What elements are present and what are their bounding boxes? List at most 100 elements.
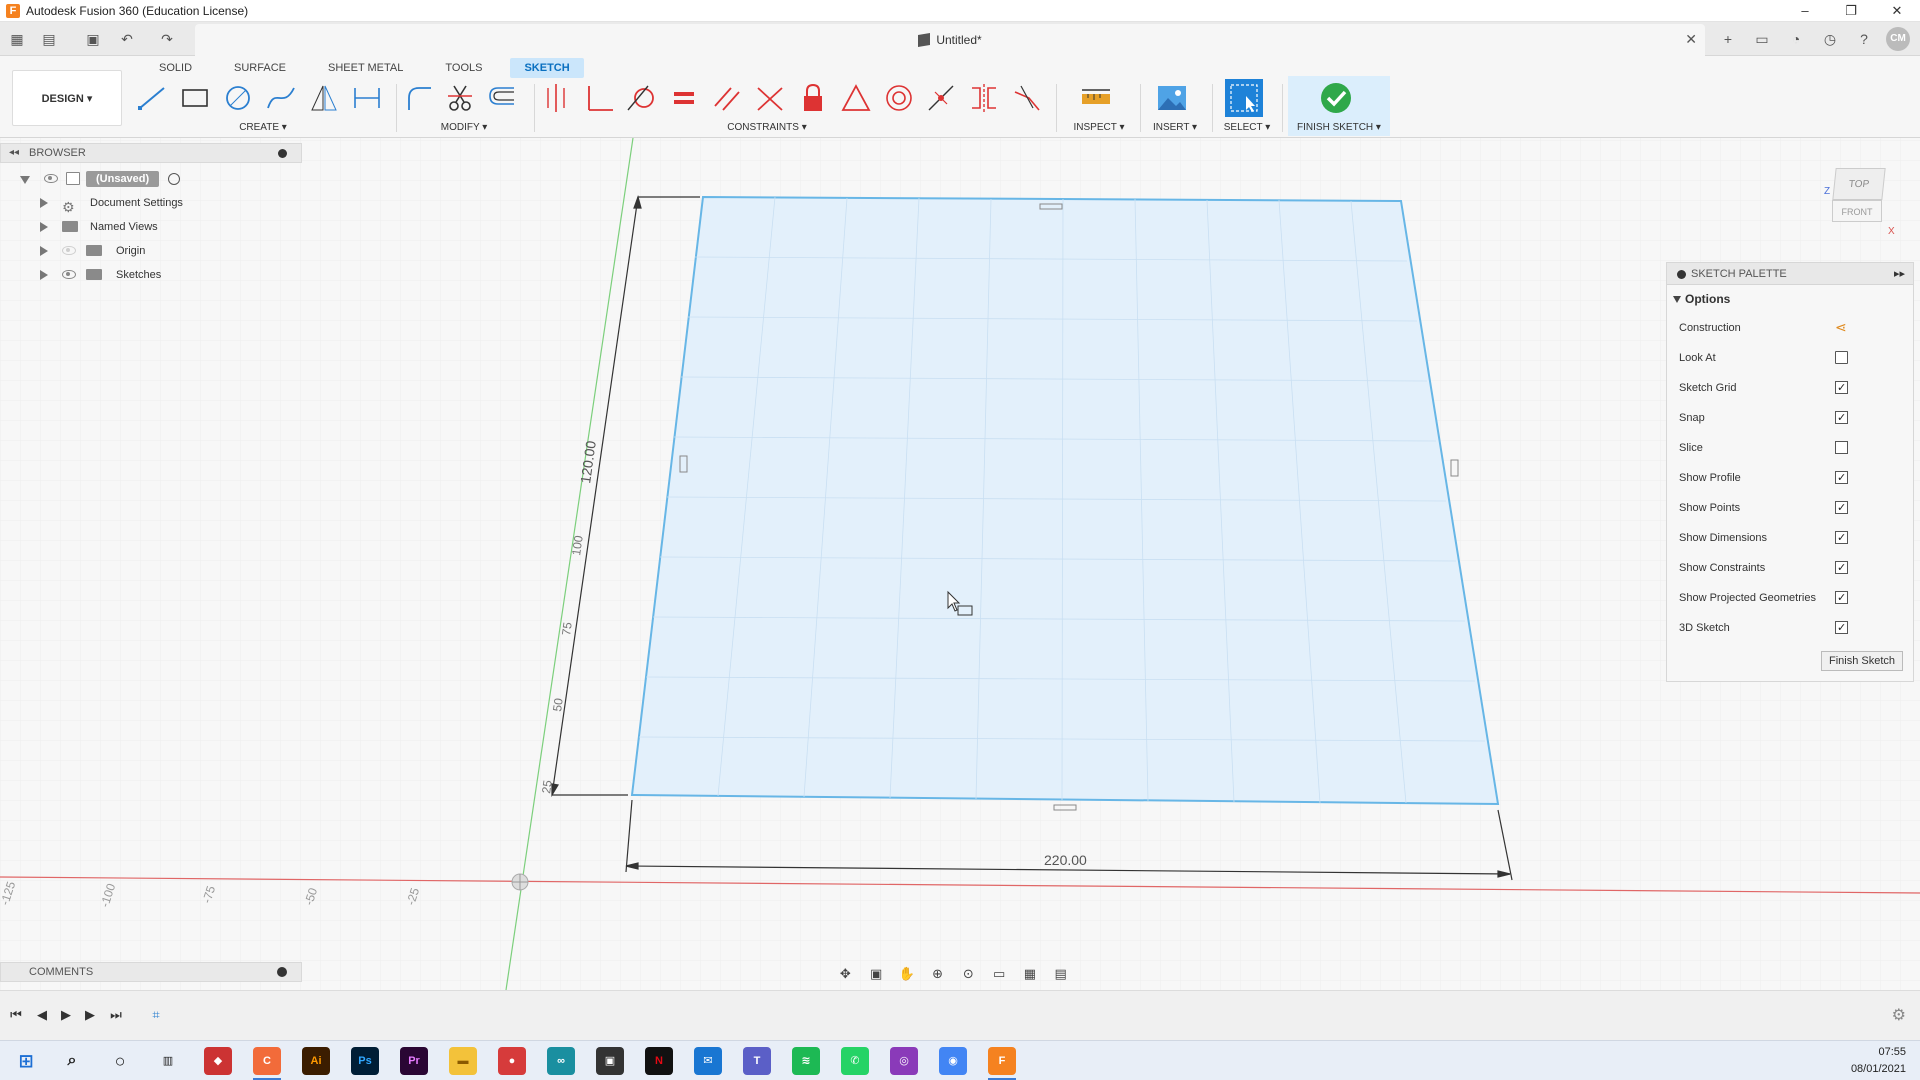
tree-item-named-views[interactable]: Named Views — [0, 215, 302, 239]
cortana-icon[interactable]: ○ — [106, 1047, 134, 1075]
select-dropdown[interactable]: SELECT ▾ — [1216, 122, 1278, 133]
option-construction[interactable]: Construction ⋖ — [1667, 313, 1913, 343]
restore-button[interactable]: ❐ — [1828, 0, 1874, 22]
tree-item-document-settings[interactable]: ⚙ Document Settings — [0, 191, 302, 215]
activate-radio-icon[interactable] — [168, 173, 180, 185]
coincident-constraint-icon[interactable] — [538, 80, 574, 116]
show-points-checkbox[interactable] — [1835, 493, 1848, 523]
job-status-icon[interactable]: ▭ — [1750, 27, 1774, 51]
select-cursor-icon[interactable] — [1224, 79, 1263, 117]
store-icon[interactable]: ▣ — [596, 1047, 624, 1075]
fusion-taskbar-icon[interactable]: F — [988, 1047, 1016, 1075]
redo-icon[interactable]: ↷ — [156, 28, 178, 50]
tree-item-label[interactable]: Origin — [116, 239, 145, 263]
pan-hand-icon[interactable]: ✋ — [895, 964, 919, 984]
option-show-profile[interactable]: Show Profile — [1667, 463, 1913, 493]
tab-tools[interactable]: TOOLS — [431, 58, 496, 78]
tree-item-label[interactable]: Named Views — [90, 215, 158, 239]
show-profile-checkbox[interactable] — [1835, 463, 1848, 493]
help-icon[interactable]: ? — [1852, 27, 1876, 51]
option-3d-sketch[interactable]: 3D Sketch — [1667, 613, 1913, 643]
tree-item-sketches[interactable]: Sketches — [0, 263, 302, 287]
coincident-point-icon[interactable] — [923, 80, 959, 116]
options-section-header[interactable]: Options — [1667, 285, 1913, 313]
finish-sketch-dropdown[interactable]: FINISH SKETCH ▾ — [1288, 122, 1390, 133]
snap-checkbox[interactable] — [1835, 403, 1848, 433]
constraints-dropdown[interactable]: CONSTRAINTS ▾ — [482, 122, 1052, 133]
expand-triangle-icon[interactable] — [40, 222, 48, 232]
view-cube-top-face[interactable]: TOP — [1832, 168, 1886, 200]
premiere-icon[interactable]: Pr — [400, 1047, 428, 1075]
construction-icon[interactable]: ⋖ — [1835, 320, 1848, 334]
fit-window-icon[interactable]: ⊙ — [956, 964, 980, 984]
minimize-palette-icon[interactable] — [1677, 270, 1686, 279]
extensions-icon[interactable]: ◔ — [1784, 27, 1808, 51]
3d-sketch-checkbox[interactable] — [1835, 613, 1848, 643]
display-settings-icon[interactable]: ▭ — [987, 964, 1011, 984]
timeline-last-icon[interactable]: ⏭ — [106, 1005, 126, 1025]
timeline-previous-icon[interactable]: ◀ — [32, 1005, 52, 1025]
measure-ruler-icon[interactable] — [1078, 80, 1114, 116]
tab-sheet-metal[interactable]: SHEET METAL — [314, 58, 417, 78]
look-at-icon[interactable] — [1835, 351, 1848, 364]
file-menu-icon[interactable]: ▤ — [38, 28, 60, 50]
tangent-constraint-icon[interactable] — [624, 80, 660, 116]
insert-image-icon[interactable] — [1154, 80, 1190, 116]
option-show-dimensions[interactable]: Show Dimensions — [1667, 523, 1913, 553]
close-document-icon[interactable]: ✕ — [1685, 31, 1697, 48]
tree-root-unsaved[interactable]: (Unsaved) — [0, 167, 302, 191]
orbit-icon[interactable]: ✥ — [833, 964, 857, 984]
view-cube-front-face[interactable]: FRONT — [1832, 200, 1882, 222]
mail-icon[interactable]: ✉ — [694, 1047, 722, 1075]
zoom-icon[interactable]: ⊕ — [926, 964, 950, 984]
spotify-icon[interactable]: ≋ — [792, 1047, 820, 1075]
root-component-label[interactable]: (Unsaved) — [86, 171, 160, 187]
option-sketch-grid[interactable]: Sketch Grid — [1667, 373, 1913, 403]
tree-item-origin[interactable]: Origin — [0, 239, 302, 263]
user-avatar[interactable]: CM — [1886, 27, 1910, 51]
show-projected-geometries-checkbox[interactable] — [1835, 583, 1848, 613]
finish-sketch-button[interactable]: Finish Sketch — [1821, 651, 1903, 671]
teams-icon[interactable]: T — [743, 1047, 771, 1075]
option-show-constraints[interactable]: Show Constraints — [1667, 553, 1913, 583]
tree-item-label[interactable]: Document Settings — [90, 191, 183, 215]
timeline-settings-gear-icon[interactable]: ⚙ — [1892, 1005, 1906, 1025]
timeline-play-icon[interactable]: ▶ — [56, 1005, 76, 1025]
photoshop-icon[interactable]: Ps — [351, 1047, 379, 1075]
timeline-next-icon[interactable]: ▶ — [80, 1005, 100, 1025]
perpendicular-constraint-icon[interactable] — [581, 80, 617, 116]
circle-tool-icon[interactable] — [220, 80, 256, 116]
sketch-grid-checkbox[interactable] — [1835, 373, 1848, 403]
fillet-tool-icon[interactable] — [402, 80, 436, 116]
minimize-button[interactable]: – — [1782, 0, 1828, 22]
windows-start-icon[interactable]: ⊞ — [12, 1047, 40, 1075]
show-constraints-checkbox[interactable] — [1835, 553, 1848, 583]
visibility-eye-icon[interactable] — [62, 270, 76, 279]
netflix-icon[interactable]: N — [645, 1047, 673, 1075]
collapse-panel-icon[interactable]: ◂◂ — [9, 144, 19, 162]
minimize-panel-icon[interactable] — [278, 149, 287, 158]
offset-tool-icon[interactable] — [485, 80, 519, 116]
rectangle-tool-icon[interactable] — [177, 80, 213, 116]
midpoint-triangle-icon[interactable] — [838, 80, 874, 116]
file-explorer-icon[interactable]: ▬ — [449, 1047, 477, 1075]
expand-triangle-icon[interactable] — [40, 198, 48, 208]
document-tab[interactable]: Untitled* ✕ — [195, 24, 1705, 56]
inspect-dropdown[interactable]: INSPECT ▾ — [1064, 122, 1134, 133]
expand-triangle-icon[interactable] — [40, 246, 48, 256]
app-icon[interactable]: C — [253, 1047, 281, 1075]
comments-panel[interactable]: COMMENTS — [0, 962, 302, 982]
expand-triangle-icon[interactable] — [20, 176, 30, 184]
timeline-first-icon[interactable]: ⏮ — [6, 1005, 26, 1025]
new-tab-plus-icon[interactable]: + — [1716, 27, 1740, 51]
slice-checkbox[interactable] — [1835, 441, 1848, 454]
add-comment-icon[interactable] — [277, 967, 287, 977]
fix-lock-icon[interactable] — [795, 80, 831, 116]
save-icon[interactable]: ▣ — [82, 28, 104, 50]
task-view-icon[interactable]: ▥ — [154, 1047, 182, 1075]
instagram-icon[interactable]: ◎ — [890, 1047, 918, 1075]
tree-item-label[interactable]: Sketches — [116, 263, 161, 287]
view-cube[interactable]: Z TOP FRONT X — [1824, 168, 1895, 237]
finish-sketch-check-icon[interactable] — [1318, 80, 1354, 116]
browser-header[interactable]: ◂◂ BROWSER — [0, 143, 302, 163]
